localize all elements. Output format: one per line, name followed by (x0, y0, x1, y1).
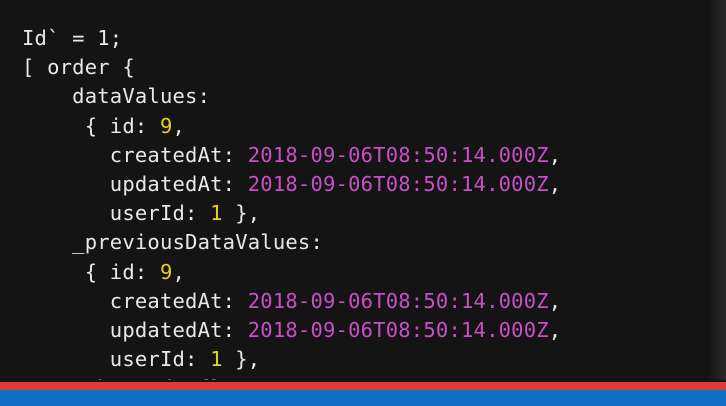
terminal-output: Id` = 1; [ order { dataValues: { id: 9, c… (0, 0, 726, 380)
code-line: [ order { (22, 55, 135, 79)
code-line: { id: 9, (22, 114, 185, 138)
video-progress-bar[interactable] (0, 382, 726, 390)
code-token: , (548, 142, 562, 167)
string-token: 2018-09-06T08:50:14.000Z (247, 288, 549, 313)
string-token: 2018-09-06T08:50:14.000Z (247, 142, 549, 167)
code-line: userId: 1 }, (22, 201, 260, 225)
code-line: userId: 1 }, (22, 347, 260, 371)
code-line: dataValues: (22, 84, 210, 108)
code-line: createdAt: 2018-09-06T08:50:14.000Z, (22, 289, 561, 313)
code-line: updatedAt: 2018-09-06T08:50:14.000Z, (22, 318, 561, 342)
code-token: _previousDataValues: (22, 230, 324, 255)
number-token: 1 (210, 347, 223, 372)
code-token: createdAt: (22, 142, 248, 167)
code-token: }, (222, 347, 261, 372)
number-token: 9 (159, 113, 173, 138)
code-token: _changed: {}, (22, 376, 235, 380)
code-token: , (548, 318, 562, 342)
code-token: userId: (22, 347, 211, 372)
code-token: dataValues: (22, 84, 211, 109)
code-token: , (172, 259, 186, 284)
window-edge (708, 0, 726, 380)
code-token: , (548, 172, 562, 196)
code-token: { id: (22, 113, 160, 138)
number-token: 1 (210, 201, 223, 226)
code-line: _previousDataValues: (22, 230, 323, 254)
code-token: updatedAt: (22, 318, 248, 342)
code-token: , (548, 288, 562, 313)
taskbar (0, 390, 726, 406)
number-token: 9 (159, 259, 173, 284)
code-line: Id` = 1; (22, 26, 122, 50)
code-token: userId: (22, 201, 211, 226)
code-token: }, (222, 201, 261, 226)
code-token: { id: (22, 259, 160, 284)
string-token: 2018-09-06T08:50:14.000Z (247, 318, 549, 342)
code-line: updatedAt: 2018-09-06T08:50:14.000Z, (22, 172, 561, 196)
code-token: [ order { (22, 55, 135, 80)
video-progress-fill (0, 382, 726, 390)
code-token: updatedAt: (22, 172, 248, 196)
code-line: _changed: {}, (22, 376, 235, 380)
string-token: 2018-09-06T08:50:14.000Z (247, 172, 549, 196)
code-token: , (172, 113, 186, 138)
code-line: createdAt: 2018-09-06T08:50:14.000Z, (22, 143, 561, 167)
code-token: Id` = 1; (22, 26, 123, 50)
code-token: createdAt: (22, 288, 248, 313)
code-line: { id: 9, (22, 260, 185, 284)
